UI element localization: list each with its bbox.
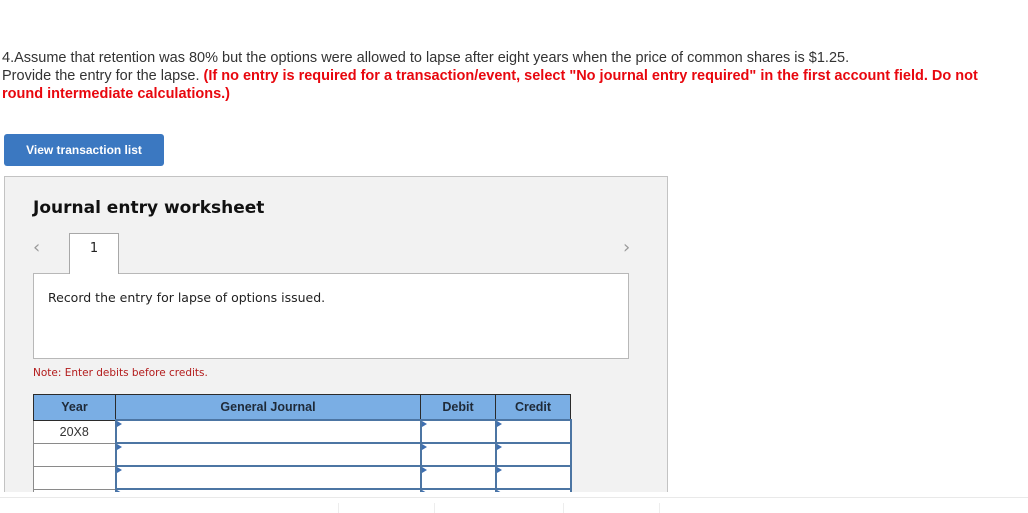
footer-separator (659, 503, 660, 513)
footer-separator (434, 503, 435, 513)
question-line-1: 4.Assume that retention was 80% but the … (2, 50, 850, 66)
year-cell (33, 442, 116, 467)
footer-separator (563, 503, 564, 513)
year-cell (33, 465, 116, 490)
account-dropdown[interactable] (114, 419, 422, 444)
journal-entry-worksheet: Journal entry worksheet ‹ 1 › Record the… (4, 176, 668, 513)
credit-input[interactable] (494, 442, 572, 467)
account-dropdown[interactable] (114, 465, 422, 490)
debit-credit-note: Note: Enter debits before credits. (33, 367, 208, 379)
chevron-left-icon[interactable]: ‹ (33, 237, 40, 258)
credit-input[interactable] (494, 465, 572, 490)
footer-divider (0, 497, 1028, 498)
debit-input[interactable] (419, 465, 497, 490)
page-footer (0, 492, 1028, 513)
header-general-journal: General Journal (115, 394, 421, 421)
tab-entry-1[interactable]: 1 (69, 233, 119, 274)
table-row: 20X8 (33, 419, 572, 444)
question-line-2: Provide the entry for the lapse. (If no … (2, 67, 1002, 103)
view-transaction-list-button[interactable]: View transaction list (4, 134, 164, 166)
question-prompt: Provide the entry for the lapse. (2, 68, 204, 84)
entry-description: Record the entry for lapse of options is… (48, 290, 326, 305)
footer-separator (338, 503, 339, 513)
table-row (33, 442, 572, 467)
account-dropdown[interactable] (114, 442, 422, 467)
chevron-right-icon[interactable]: › (623, 237, 630, 258)
header-credit: Credit (495, 394, 571, 421)
table-row (33, 465, 572, 490)
header-year: Year (33, 394, 116, 421)
debit-input[interactable] (419, 419, 497, 444)
debit-input[interactable] (419, 442, 497, 467)
credit-input[interactable] (494, 419, 572, 444)
worksheet-title: Journal entry worksheet (33, 198, 265, 218)
year-cell: 20X8 (33, 419, 116, 444)
table-header-row: Year General Journal Debit Credit (33, 394, 571, 421)
entry-description-box: Record the entry for lapse of options is… (33, 273, 629, 359)
header-debit: Debit (420, 394, 496, 421)
question-text: 4.Assume that retention was 80% but the … (2, 49, 1002, 103)
